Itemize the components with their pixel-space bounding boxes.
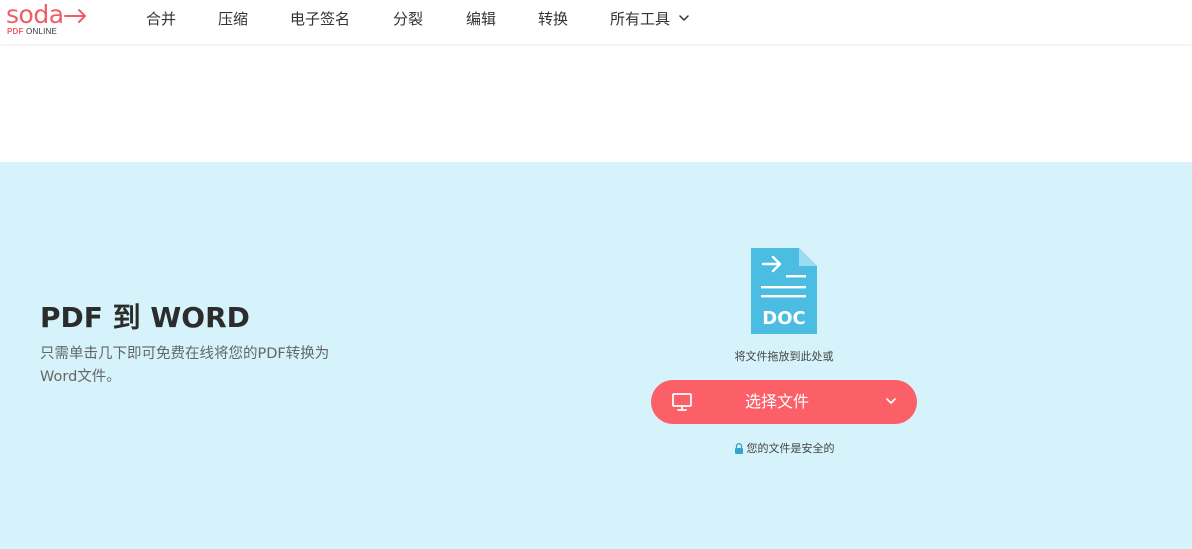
doc-icon-label: DOC (762, 308, 805, 329)
choose-file-label: 选择文件 (744, 392, 809, 411)
logo[interactable]: soda PDF ONLINE (6, 0, 96, 44)
nav-convert[interactable]: 转换 (538, 0, 568, 38)
page-description: 只需单击几下即可免费在线将您的PDF转换为Word文件。 (40, 346, 330, 385)
logo-wordmark: soda (6, 0, 64, 29)
nav-merge[interactable]: 合并 (146, 0, 176, 38)
logo-online-text: ONLINE (26, 27, 58, 36)
doc-file-icon: DOC (751, 248, 817, 334)
secure-text: 您的文件是安全的 (746, 442, 835, 455)
choose-file-button[interactable]: 选择文件 (651, 380, 917, 424)
drop-hint: 将文件拖放到此处或 (734, 350, 834, 363)
logo-pdf-text: PDF (7, 27, 24, 36)
chevron-down-icon[interactable] (886, 397, 896, 405)
chevron-down-icon (679, 15, 689, 21)
hero-section: PDF 到 WORD 只需单击几下即可免费在线将您的PDF转换为Word文件。 … (0, 162, 1192, 549)
lock-icon (734, 442, 743, 454)
nav-edit[interactable]: 编辑 (466, 0, 496, 38)
logo-subtitle: PDF ONLINE (7, 27, 57, 36)
nav-all-tools[interactable]: 所有工具 (610, 0, 689, 38)
nav-split[interactable]: 分裂 (393, 0, 423, 38)
nav-compress[interactable]: 压缩 (218, 0, 248, 38)
secure-notice: 您的文件是安全的 (651, 440, 917, 456)
arrow-right-icon (64, 9, 86, 23)
top-header: soda PDF ONLINE 合并 压缩 电子签名 分裂 编辑 转换 所有工具 (0, 0, 1192, 44)
nav-esign[interactable]: 电子签名 (290, 0, 350, 38)
nav-all-tools-label: 所有工具 (610, 10, 671, 28)
page-title: PDF 到 WORD (40, 301, 250, 334)
